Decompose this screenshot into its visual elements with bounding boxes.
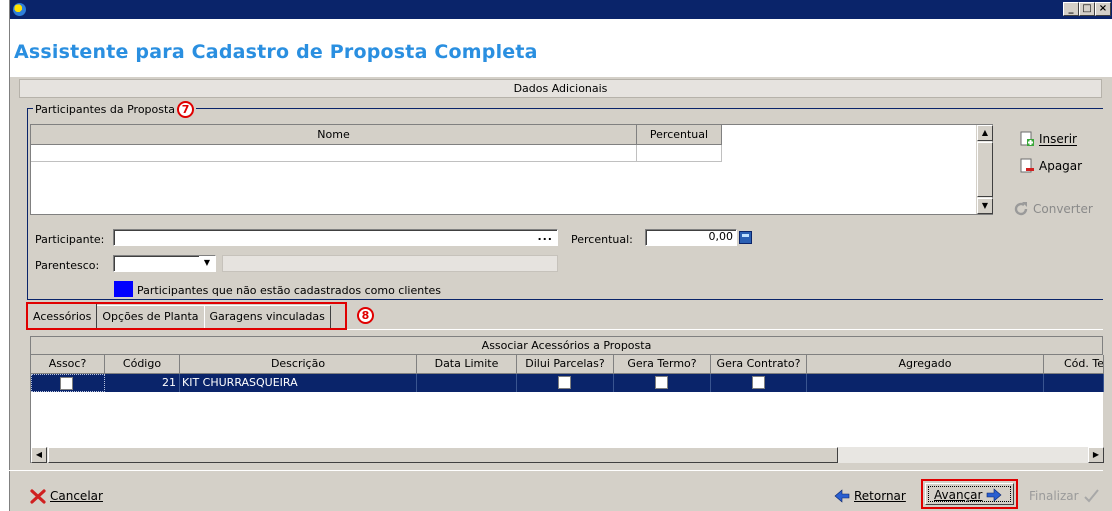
cancel-x-icon	[30, 488, 46, 504]
column-header-agregado[interactable]: Agregado	[807, 355, 1044, 374]
legend-color-swatch	[114, 281, 133, 297]
dilui-parcelas-checkbox[interactable]	[558, 376, 571, 389]
cancel-label: Cancelar	[50, 489, 103, 503]
column-header-dilui-parcelas[interactable]: Dilui Parcelas?	[517, 355, 614, 374]
back-label: Retornar	[854, 489, 906, 503]
window-controls: _ □ ×	[1063, 2, 1111, 16]
cell-data-limite[interactable]	[417, 374, 517, 392]
app-logo-icon	[13, 3, 26, 16]
section-title: Dados Adicionais	[19, 79, 1102, 98]
gera-contrato-checkbox[interactable]	[752, 376, 765, 389]
add-document-icon	[1019, 131, 1035, 147]
column-header-gera-termo[interactable]: Gera Termo?	[614, 355, 711, 374]
accessories-horizontal-scrollbar[interactable]: ◀ ▶	[31, 447, 1104, 463]
cell-percentual[interactable]	[637, 145, 722, 162]
next-highlight-box	[921, 479, 1018, 509]
assoc-checkbox[interactable]	[60, 377, 73, 390]
remove-document-icon	[1019, 158, 1035, 174]
arrow-left-icon	[834, 488, 850, 504]
gera-termo-checkbox[interactable]	[655, 376, 668, 389]
scroll-left-icon[interactable]: ◀	[31, 447, 47, 463]
browse-icon[interactable]: ...	[537, 230, 553, 244]
accessories-grid-header: Assoc? Código Descrição Data Limite Dilu…	[31, 355, 1104, 374]
accessories-title: Associar Acessórios a Proposta	[30, 336, 1103, 355]
column-header-descricao[interactable]: Descrição	[180, 355, 417, 374]
table-row[interactable]	[31, 145, 722, 162]
title-bar[interactable]: _ □ ×	[10, 0, 1112, 19]
cell-descricao: KIT CHURRASQUEIRA	[180, 374, 417, 392]
cell-agregado[interactable]	[807, 374, 1044, 392]
scroll-down-icon[interactable]: ▼	[977, 198, 993, 214]
back-button[interactable]: Retornar	[834, 488, 906, 504]
calculator-icon[interactable]	[739, 231, 752, 244]
cancel-button[interactable]: Cancelar	[30, 488, 103, 504]
convert-label: Converter	[1033, 202, 1093, 216]
column-header-gera-contrato[interactable]: Gera Contrato?	[711, 355, 807, 374]
scroll-thumb[interactable]	[48, 447, 838, 463]
participants-grid-header: Nome Percentual	[31, 125, 722, 145]
minimize-icon[interactable]: _	[1063, 2, 1079, 16]
scroll-right-icon[interactable]: ▶	[1088, 447, 1104, 463]
participants-vertical-scrollbar[interactable]: ▲ ▼	[976, 125, 993, 214]
participants-grid[interactable]: Nome Percentual ▲ ▼	[30, 124, 993, 215]
kinship-description	[222, 255, 558, 272]
insert-label: Inserir	[1039, 132, 1077, 146]
scroll-up-icon[interactable]: ▲	[977, 125, 993, 141]
cell-gera-contrato[interactable]	[711, 374, 807, 392]
participant-label: Participante:	[35, 233, 105, 246]
tabs-highlight-box	[26, 302, 347, 330]
chevron-down-icon[interactable]: ▼	[199, 256, 215, 271]
participants-legend: Participantes da Proposta 7	[33, 101, 197, 118]
column-header-percentual[interactable]: Percentual	[637, 125, 722, 145]
refresh-icon	[1013, 201, 1029, 217]
legend-note: Participantes que não estão cadastrados …	[137, 284, 442, 297]
delete-label: Apagar	[1039, 159, 1083, 173]
participant-input[interactable]: ...	[113, 229, 558, 246]
maximize-icon[interactable]: □	[1079, 2, 1095, 16]
accessories-grid[interactable]: Assoc? Código Descrição Data Limite Dilu…	[30, 355, 1104, 463]
column-header-codigo[interactable]: Código	[105, 355, 180, 374]
cell-dilui-parcelas[interactable]	[517, 374, 614, 392]
cell-cod-ter[interactable]	[1044, 374, 1104, 392]
cell-assoc[interactable]	[31, 374, 105, 392]
page-title: Assistente para Cadastro de Proposta Com…	[14, 41, 538, 63]
percent-label: Percentual:	[571, 233, 633, 246]
checkmark-icon	[1083, 488, 1099, 504]
column-header-nome[interactable]: Nome	[31, 125, 637, 145]
column-header-assoc[interactable]: Assoc?	[31, 355, 105, 374]
column-header-data-limite[interactable]: Data Limite	[417, 355, 517, 374]
column-header-cod-ter[interactable]: Cód. Ter	[1044, 355, 1104, 374]
cell-codigo: 21	[105, 374, 180, 392]
table-row[interactable]: 21 KIT CHURRASQUEIRA	[31, 374, 1104, 392]
close-icon[interactable]: ×	[1095, 2, 1111, 16]
convert-button[interactable]: Converter	[1013, 201, 1093, 217]
delete-button[interactable]: Apagar	[1019, 158, 1082, 174]
cell-gera-termo[interactable]	[614, 374, 711, 392]
annotation-badge-8: 8	[357, 307, 374, 324]
annotation-badge-7: 7	[177, 101, 195, 118]
kinship-label: Parentesco:	[35, 259, 100, 272]
cell-nome[interactable]	[31, 145, 637, 162]
insert-button[interactable]: Inserir	[1019, 131, 1077, 147]
finish-button[interactable]: Finalizar	[1029, 488, 1099, 504]
percent-input[interactable]: 0,00	[645, 229, 737, 246]
finish-label: Finalizar	[1029, 489, 1079, 503]
kinship-select[interactable]: ▼	[113, 255, 216, 272]
scroll-thumb[interactable]	[977, 142, 993, 197]
participants-legend-label: Participantes da Proposta	[35, 102, 176, 116]
